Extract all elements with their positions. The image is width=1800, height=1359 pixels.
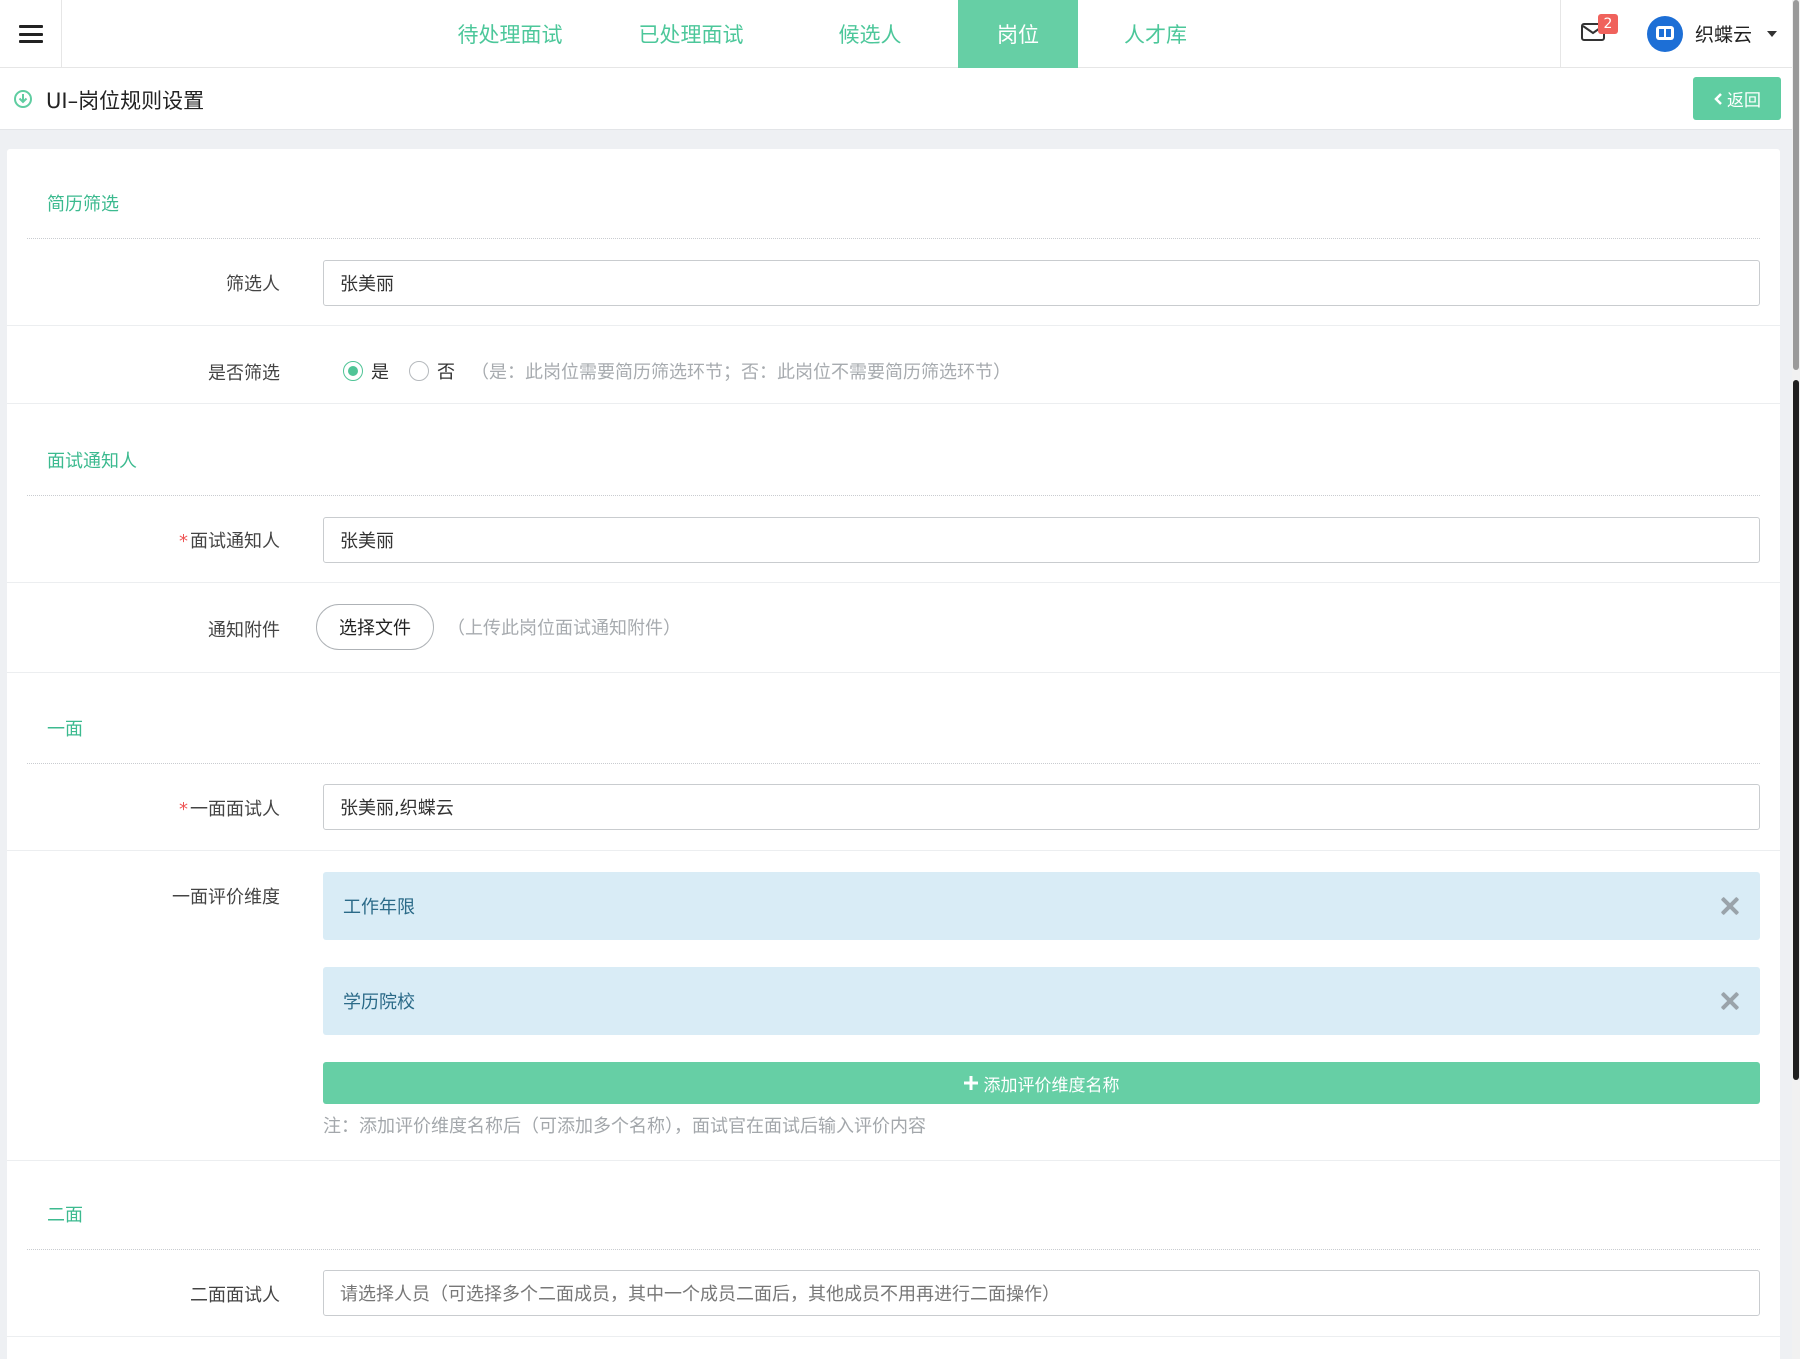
round2-interviewer-input[interactable]: 请选择人员（可选择多个二面成员，其中一个成员二面后，其他成员不用再进行二面操作） (323, 1270, 1760, 1316)
row-divider (7, 403, 1780, 404)
notifier-input[interactable]: 张美丽 (323, 517, 1760, 563)
user-area: 2 织蝶云 (1560, 0, 1800, 68)
dimension-item: 工作年限 (323, 872, 1760, 940)
round1-interviewer-label: * 一面面试人 (179, 799, 280, 820)
row-divider (7, 582, 1780, 583)
back-button-label: 返回 (1727, 91, 1761, 111)
choose-file-button[interactable]: 选择文件 (316, 604, 434, 650)
mail-count-badge: 2 (1598, 14, 1618, 34)
section-divider (27, 763, 1760, 764)
scrollbar-track-upper (1793, 0, 1799, 370)
hamburger-menu-button[interactable] (0, 0, 62, 68)
brand-logo-icon (1656, 26, 1674, 40)
radio-yes-label: 是 (371, 362, 389, 383)
tab-candidates[interactable]: 候选人 (782, 0, 958, 68)
tab-talent-pool[interactable]: 人才库 (1078, 0, 1233, 68)
download-circle-icon (14, 90, 32, 108)
section-title-round2: 二面 (47, 1205, 83, 1226)
hamburger-icon (18, 25, 43, 43)
screening-hint: （是：此岗位需要简历筛选环节；否：此岗位不需要简历筛选环节） (471, 362, 1011, 383)
section-title-notify: 面试通知人 (47, 451, 137, 472)
notifier-label: * 面试通知人 (179, 531, 280, 552)
plus-icon (963, 1076, 978, 1090)
page-title: UI–岗位规则设置 (46, 89, 205, 113)
radio-no[interactable] (409, 361, 429, 381)
tab-positions[interactable]: 岗位 (958, 0, 1078, 68)
row-divider (7, 1336, 1780, 1337)
row-divider (7, 1160, 1780, 1161)
required-mark: * (179, 531, 188, 552)
screening-radio-group: 是 否 （是：此岗位需要简历筛选环节；否：此岗位不需要简历筛选环节） (343, 358, 1011, 384)
add-dimension-button[interactable]: 添加评价维度名称 (323, 1062, 1760, 1104)
add-dimension-label: 添加评价维度名称 (983, 1075, 1120, 1096)
round2-interviewer-label: 二面面试人 (190, 1285, 280, 1306)
page-header: UI–岗位规则设置 返回 (0, 68, 1800, 130)
tab-pending-interviews[interactable]: 待处理面试 (420, 0, 600, 68)
row-divider (7, 672, 1780, 673)
close-icon[interactable] (1720, 896, 1740, 916)
section-divider (27, 495, 1760, 496)
scrollbar[interactable] (1792, 0, 1800, 1359)
screener-input[interactable]: 张美丽 (323, 260, 1760, 306)
chevron-down-icon[interactable] (1767, 31, 1777, 37)
close-icon[interactable] (1720, 991, 1740, 1011)
dimension-item-label: 工作年限 (343, 897, 415, 918)
rules-form-card: 简历筛选 筛选人 张美丽 是否筛选 是 否 （是：此岗位需要简历筛选环节；否：此… (7, 149, 1780, 1359)
user-name[interactable]: 织蝶云 (1695, 20, 1752, 47)
round1-interviewer-input[interactable]: 张美丽,织蝶云 (323, 784, 1760, 830)
section-title-round1: 一面 (47, 719, 83, 740)
tab-processed-interviews[interactable]: 已处理面试 (600, 0, 782, 68)
dimension-note: 注：添加评价维度名称后（可添加多个名称），面试官在面试后输入评价内容 (323, 1116, 926, 1137)
top-navbar: 待处理面试 已处理面试 候选人 岗位 人才库 2 织蝶云 (0, 0, 1800, 68)
chevron-left-icon (1714, 92, 1722, 105)
section-divider (27, 1249, 1760, 1250)
required-mark: * (179, 799, 188, 820)
main-nav: 待处理面试 已处理面试 候选人 岗位 人才库 (420, 0, 1233, 68)
attachment-hint: （上传此岗位面试通知附件） (447, 618, 681, 639)
radio-yes[interactable] (343, 361, 363, 381)
scrollbar-thumb[interactable] (1793, 380, 1799, 1080)
round1-dimension-label: 一面评价维度 (172, 887, 280, 908)
attachment-label: 通知附件 (208, 620, 280, 641)
dimension-item-label: 学历院校 (343, 992, 415, 1013)
row-divider (7, 325, 1780, 326)
row-divider (7, 850, 1780, 851)
section-divider (27, 238, 1760, 239)
section-title-screening: 简历筛选 (47, 194, 119, 215)
screener-label: 筛选人 (226, 274, 280, 295)
dimension-item: 学历院校 (323, 967, 1760, 1035)
back-button[interactable]: 返回 (1693, 77, 1781, 120)
avatar[interactable] (1647, 16, 1683, 52)
screening-toggle-label: 是否筛选 (208, 363, 280, 384)
radio-no-label: 否 (437, 362, 455, 383)
